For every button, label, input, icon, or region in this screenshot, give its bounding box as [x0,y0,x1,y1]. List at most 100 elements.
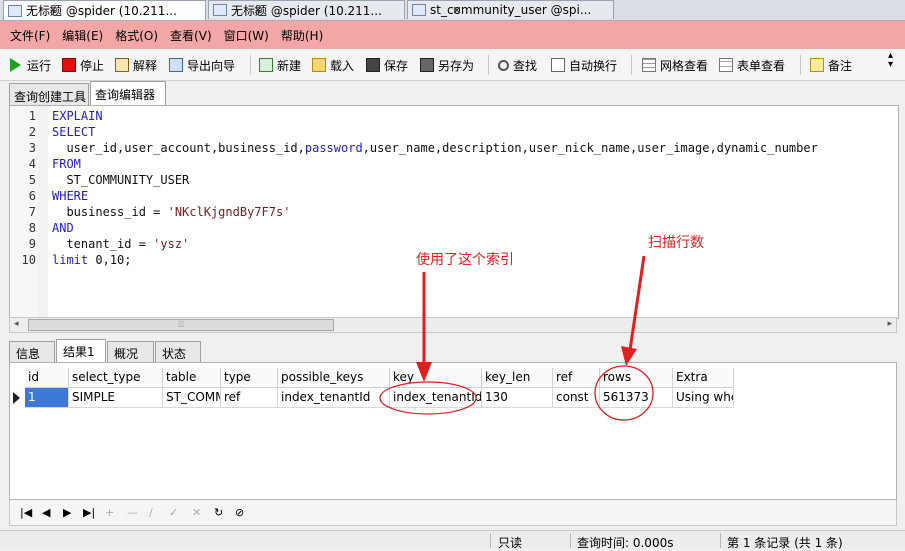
cell-select-type[interactable]: SIMPLE [69,388,163,408]
current-row-indicator-icon [13,392,20,404]
menu-window[interactable]: 窗口(W) [224,27,269,44]
stop-button[interactable]: 停止 [62,55,104,75]
close-icon[interactable]: ✕ [450,4,464,17]
prev-record-icon[interactable]: ◀ [42,506,50,519]
sql-keyword: SELECT [52,125,96,139]
result-tab-bar: 信息 结果1 概况 状态 [9,339,897,362]
menu-file[interactable]: 文件(F) [10,27,50,44]
run-button[interactable]: 运行 [10,55,51,75]
close-icon[interactable]: ✕ [46,4,60,17]
tab-status[interactable]: 状态 [155,341,201,362]
cell-key[interactable]: index_tenantId [390,388,482,408]
tab-result1[interactable]: 结果1 [56,339,106,362]
word-wrap-button[interactable]: 自动换行 [551,55,617,75]
column-header-ref[interactable]: ref [553,368,600,388]
toolbar: 运行 停止 解释 导出向导 新建 载入 保存 另存为 查找 自动换行 网格查看 [0,49,905,81]
column-header-key[interactable]: key [390,368,482,388]
delete-record-icon[interactable]: — [127,506,138,519]
sql-keyword: limit [52,253,89,267]
memo-button[interactable]: 备注 [810,55,852,75]
grid-view-button[interactable]: 网格查看 [642,55,708,75]
cell-type[interactable]: ref [221,388,278,408]
sql-text: ST_COMMUNITY_USER [52,173,190,187]
form-icon [719,58,733,72]
line-number: 2 [28,125,36,139]
refresh-icon[interactable]: ↻ [214,506,223,519]
tab-query-editor[interactable]: 查询编辑器 [90,81,166,105]
sql-string: 'NKclKjgndBy7F7s' [167,205,291,219]
editor-horizontal-scrollbar[interactable]: ◂ ⦙⦙⦙ ▸ [9,317,897,333]
column-header-rows[interactable]: rows [600,368,673,388]
tab-info[interactable]: 信息 [9,341,55,362]
column-header-extra[interactable]: Extra [673,368,734,388]
new-button[interactable]: 新建 [259,55,301,75]
column-header-select-type[interactable]: select_type [69,368,163,388]
annotation-rows-note: 扫描行数 [648,235,704,251]
close-icon[interactable]: ✕ [251,4,265,17]
scrollbar-thumb[interactable]: ⦙⦙⦙ [28,319,334,331]
form-view-button[interactable]: 表单查看 [719,55,785,75]
code-line: business_id = 'NKclKjgndBy7F7s' [52,205,290,219]
edit-record-icon[interactable]: ∕ [149,506,153,519]
save-button[interactable]: 保存 [366,55,408,75]
sql-keyword: WHERE [52,189,89,203]
toolbar-overflow-chevron-icon[interactable]: ▴ ▾ [888,51,893,71]
menu-format[interactable]: 格式(O) [115,27,158,44]
save-as-button[interactable]: 另存为 [420,55,474,75]
load-button[interactable]: 载入 [312,55,354,75]
status-readonly: 只读 [498,536,523,550]
tab-profile[interactable]: 概况 [107,341,154,362]
menu-view[interactable]: 查看(V) [170,27,212,44]
apply-record-icon[interactable]: ✓ [169,506,178,519]
add-record-icon[interactable]: + [105,506,114,519]
toolbar-separator [631,55,632,75]
scroll-right-arrow-icon[interactable]: ▸ [887,319,892,329]
tab-query-builder[interactable]: 查询创建工具 [9,83,89,105]
status-query-time: 查询时间: 0.000s [577,536,674,550]
column-header-possible-keys[interactable]: possible_keys [278,368,390,388]
scroll-left-arrow-icon[interactable]: ◂ [14,319,19,329]
sql-keyword: password [304,141,363,155]
search-icon [498,59,509,71]
cell-extra[interactable]: Using whe [673,388,734,408]
export-wizard-button[interactable]: 导出向导 [169,55,235,75]
line-number: 3 [28,141,36,155]
export-icon [169,58,183,72]
cell-possible-keys[interactable]: index_tenantId [278,388,390,408]
column-header-id[interactable]: id [25,368,69,388]
result-grid[interactable]: id select_type table type possible_keys … [9,362,897,500]
explain-button[interactable]: 解释 [115,55,157,75]
cell-id[interactable]: 1 [25,388,69,408]
word-wrap-icon [551,58,565,72]
code-line: limit 0,10; [52,253,131,267]
first-record-icon[interactable]: |◀ [20,506,32,519]
cell-table[interactable]: ST_COMM [163,388,221,408]
status-record-count: 第 1 条记录 (共 1 条) [727,536,843,550]
cell-ref[interactable]: const [553,388,600,408]
next-record-icon[interactable]: ▶ [63,506,71,519]
code-line: FROM [52,157,81,171]
menu-edit[interactable]: 编辑(E) [62,27,103,44]
last-record-icon[interactable]: ▶| [83,506,95,519]
column-header-type[interactable]: type [221,368,278,388]
code-line: SELECT [52,125,95,139]
sql-editor[interactable]: 1 EXPLAIN 2 SELECT 3 user_id,user_accoun… [9,105,899,319]
window-tab-2[interactable]: 无标题 @spider (10.211... ✕ [208,0,405,19]
menu-help[interactable]: 帮助(H) [281,27,323,44]
toolbar-separator [250,55,251,75]
window-tab-1[interactable]: 无标题 @spider (10.211... ✕ [3,0,206,20]
menu-bar: 文件(F) 编辑(E) 格式(O) 查看(V) 窗口(W) 帮助(H) [0,21,905,49]
window-tab-3[interactable]: st_community_user @spi... ✕ [407,0,614,19]
cell-key-len[interactable]: 130 [482,388,553,408]
query-document-icon [8,4,22,17]
stop-label: 停止 [80,58,105,73]
cell-rows[interactable]: 561373 [600,388,673,408]
status-separator [720,533,721,548]
column-header-key-len[interactable]: key_len [482,368,553,388]
column-header-table[interactable]: table [163,368,221,388]
record-navigator: |◀ ◀ ▶ ▶| + — ∕ ✓ ✕ ↻ ⊘ [9,500,897,526]
cancel-record-icon[interactable]: ✕ [192,506,201,519]
stop-refresh-icon[interactable]: ⊘ [235,506,244,519]
find-button[interactable]: 查找 [498,55,537,75]
table-document-icon [412,4,426,16]
